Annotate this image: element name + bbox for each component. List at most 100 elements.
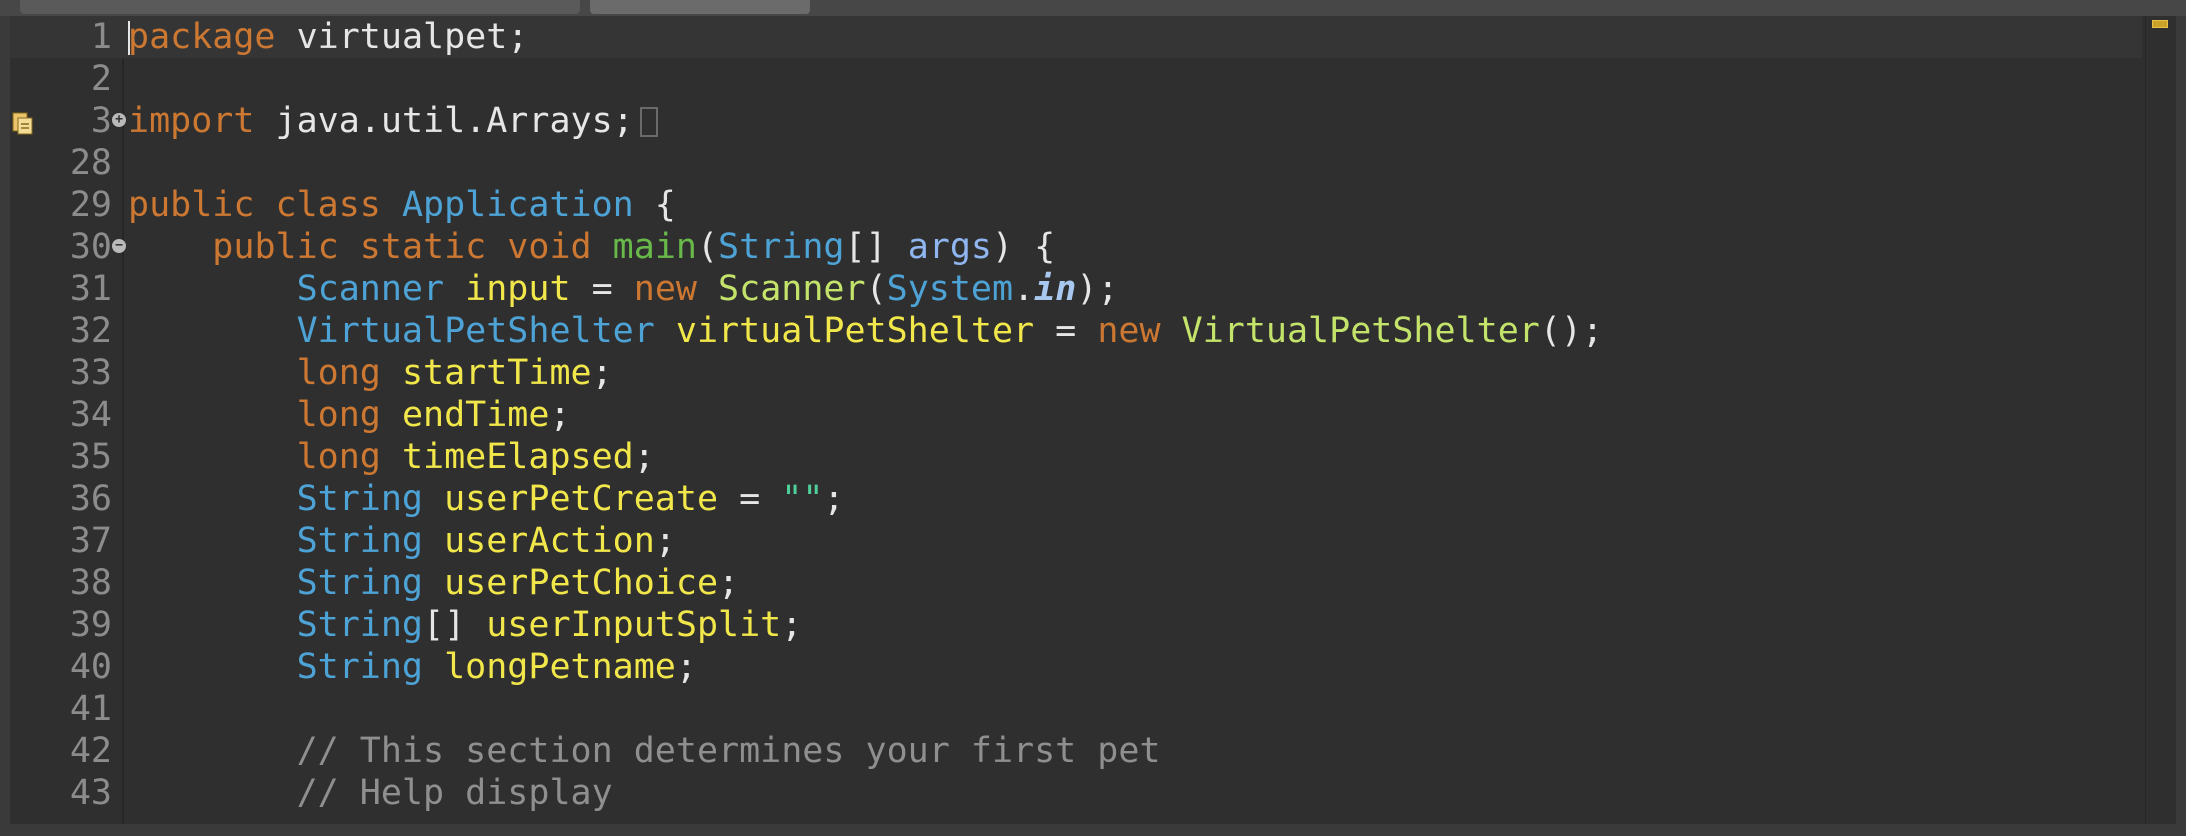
code-text: String userPetChoice; <box>128 562 740 604</box>
code-line[interactable]: 36 String userPetCreate = ""; <box>10 478 2142 520</box>
line-number: 1 <box>90 17 112 57</box>
line-number: 33 <box>69 353 112 393</box>
line-number: 31 <box>69 269 112 309</box>
code-token: = <box>570 269 634 309</box>
code-text: long startTime; <box>128 352 613 394</box>
code-token: { <box>633 185 676 225</box>
line-number: 2 <box>90 59 112 99</box>
editor-tab[interactable] <box>20 0 580 14</box>
code-token: ; <box>591 353 613 393</box>
line-number: 34 <box>69 395 112 435</box>
code-token: new <box>633 269 719 309</box>
code-token: ; <box>654 521 676 561</box>
code-token: new <box>1097 311 1182 351</box>
code-line[interactable]: 40 String longPetname; <box>10 646 2142 688</box>
code-line[interactable]: 39 String[] userInputSplit; <box>10 604 2142 646</box>
code-token: package <box>128 17 276 57</box>
code-text: long endTime; <box>128 394 571 436</box>
code-line[interactable]: 33 long startTime; <box>10 352 2142 394</box>
code-token: ) { <box>992 227 1056 267</box>
code-line[interactable]: 37 String userAction; <box>10 520 2142 562</box>
code-text: long timeElapsed; <box>128 436 655 478</box>
code-token: // This section determines your first pe… <box>296 731 1161 771</box>
code-line[interactable]: 3 + import java.util.Arrays; <box>10 100 2142 142</box>
code-token: longPetname <box>423 647 676 687</box>
line-number: 43 <box>69 773 112 813</box>
code-token: userAction <box>423 521 655 561</box>
code-token: String <box>296 521 424 561</box>
code-token: long <box>296 353 381 393</box>
code-token: ( <box>696 227 719 267</box>
editor-tab-active[interactable] <box>590 0 810 14</box>
code-token: Scanner <box>296 269 445 309</box>
code-token: ); <box>1076 269 1119 309</box>
code-line[interactable]: 1 package virtualpet; <box>10 16 2142 58</box>
code-token: public class <box>128 185 402 225</box>
code-line[interactable]: 2 <box>10 58 2142 100</box>
line-number: 42 <box>69 731 112 771</box>
code-line[interactable]: 31 Scanner input = new Scanner(System.in… <box>10 268 2142 310</box>
code-token: ; <box>718 563 740 603</box>
line-number: 28 <box>69 143 112 183</box>
code-line[interactable]: 42 // This section determines your first… <box>10 730 2142 772</box>
code-text: String longPetname; <box>128 646 697 688</box>
code-token: endTime <box>380 395 550 435</box>
code-token: VirtualPetShelter <box>296 311 655 351</box>
code-token: // Help display <box>296 773 613 813</box>
code-text: import java.util.Arrays; <box>128 100 658 142</box>
code-token: virtualpet; <box>275 17 529 57</box>
code-line[interactable]: 34 long endTime; <box>10 394 2142 436</box>
collapsed-region-indicator[interactable] <box>639 107 658 137</box>
code-text: Scanner input = new Scanner(System.in); <box>128 268 1119 310</box>
fold-collapse-icon[interactable]: − <box>112 239 126 253</box>
code-token: System <box>886 269 1014 309</box>
code-text: VirtualPetShelter virtualPetShelter = ne… <box>128 310 1604 352</box>
code-token: ; <box>675 647 697 687</box>
code-token: Scanner <box>718 269 866 309</box>
code-token: ; <box>823 479 845 519</box>
code-token: [] <box>844 227 908 267</box>
line-number: 36 <box>69 479 112 519</box>
code-token: ; <box>633 437 655 477</box>
code-token: main <box>612 227 697 267</box>
code-line[interactable]: 28 <box>10 142 2142 184</box>
overview-ruler[interactable] <box>2145 16 2176 824</box>
code-token: ( <box>865 269 887 309</box>
code-token: input <box>444 269 571 309</box>
code-token: long <box>296 395 381 435</box>
line-number: 30 <box>69 227 112 267</box>
code-token: public static void <box>212 227 613 267</box>
code-token: String <box>296 605 424 645</box>
code-line[interactable]: 35 long timeElapsed; <box>10 436 2142 478</box>
code-token: in <box>1034 269 1077 309</box>
code-token: Application <box>401 185 634 225</box>
code-text: // This section determines your first pe… <box>128 730 1161 772</box>
code-editor[interactable]: 1 package virtualpet; 2 3 + import java.util.… <box>10 16 2176 824</box>
code-token: virtualPetShelter <box>654 311 1035 351</box>
code-token: [] <box>423 605 487 645</box>
line-number: 39 <box>69 605 112 645</box>
code-line[interactable]: 32 VirtualPetShelter virtualPetShelter =… <box>10 310 2142 352</box>
code-token: userPetCreate <box>423 479 719 519</box>
line-number: 29 <box>69 185 112 225</box>
code-line[interactable]: 43 // Help display <box>10 772 2142 814</box>
code-token: args <box>907 227 992 267</box>
code-line[interactable]: 29 public class Application { <box>10 184 2142 226</box>
code-line[interactable]: 38 String userPetChoice; <box>10 562 2142 604</box>
line-number: 40 <box>69 647 112 687</box>
code-text: // Help display <box>128 772 613 814</box>
overview-ruler-warning-icon[interactable] <box>2152 20 2168 28</box>
code-line[interactable]: 41 <box>10 688 2142 730</box>
code-text: public class Application { <box>128 184 676 226</box>
code-line[interactable]: 30− public static void main(String[] arg… <box>10 226 2142 268</box>
fold-expand-icon[interactable]: + <box>112 113 126 127</box>
